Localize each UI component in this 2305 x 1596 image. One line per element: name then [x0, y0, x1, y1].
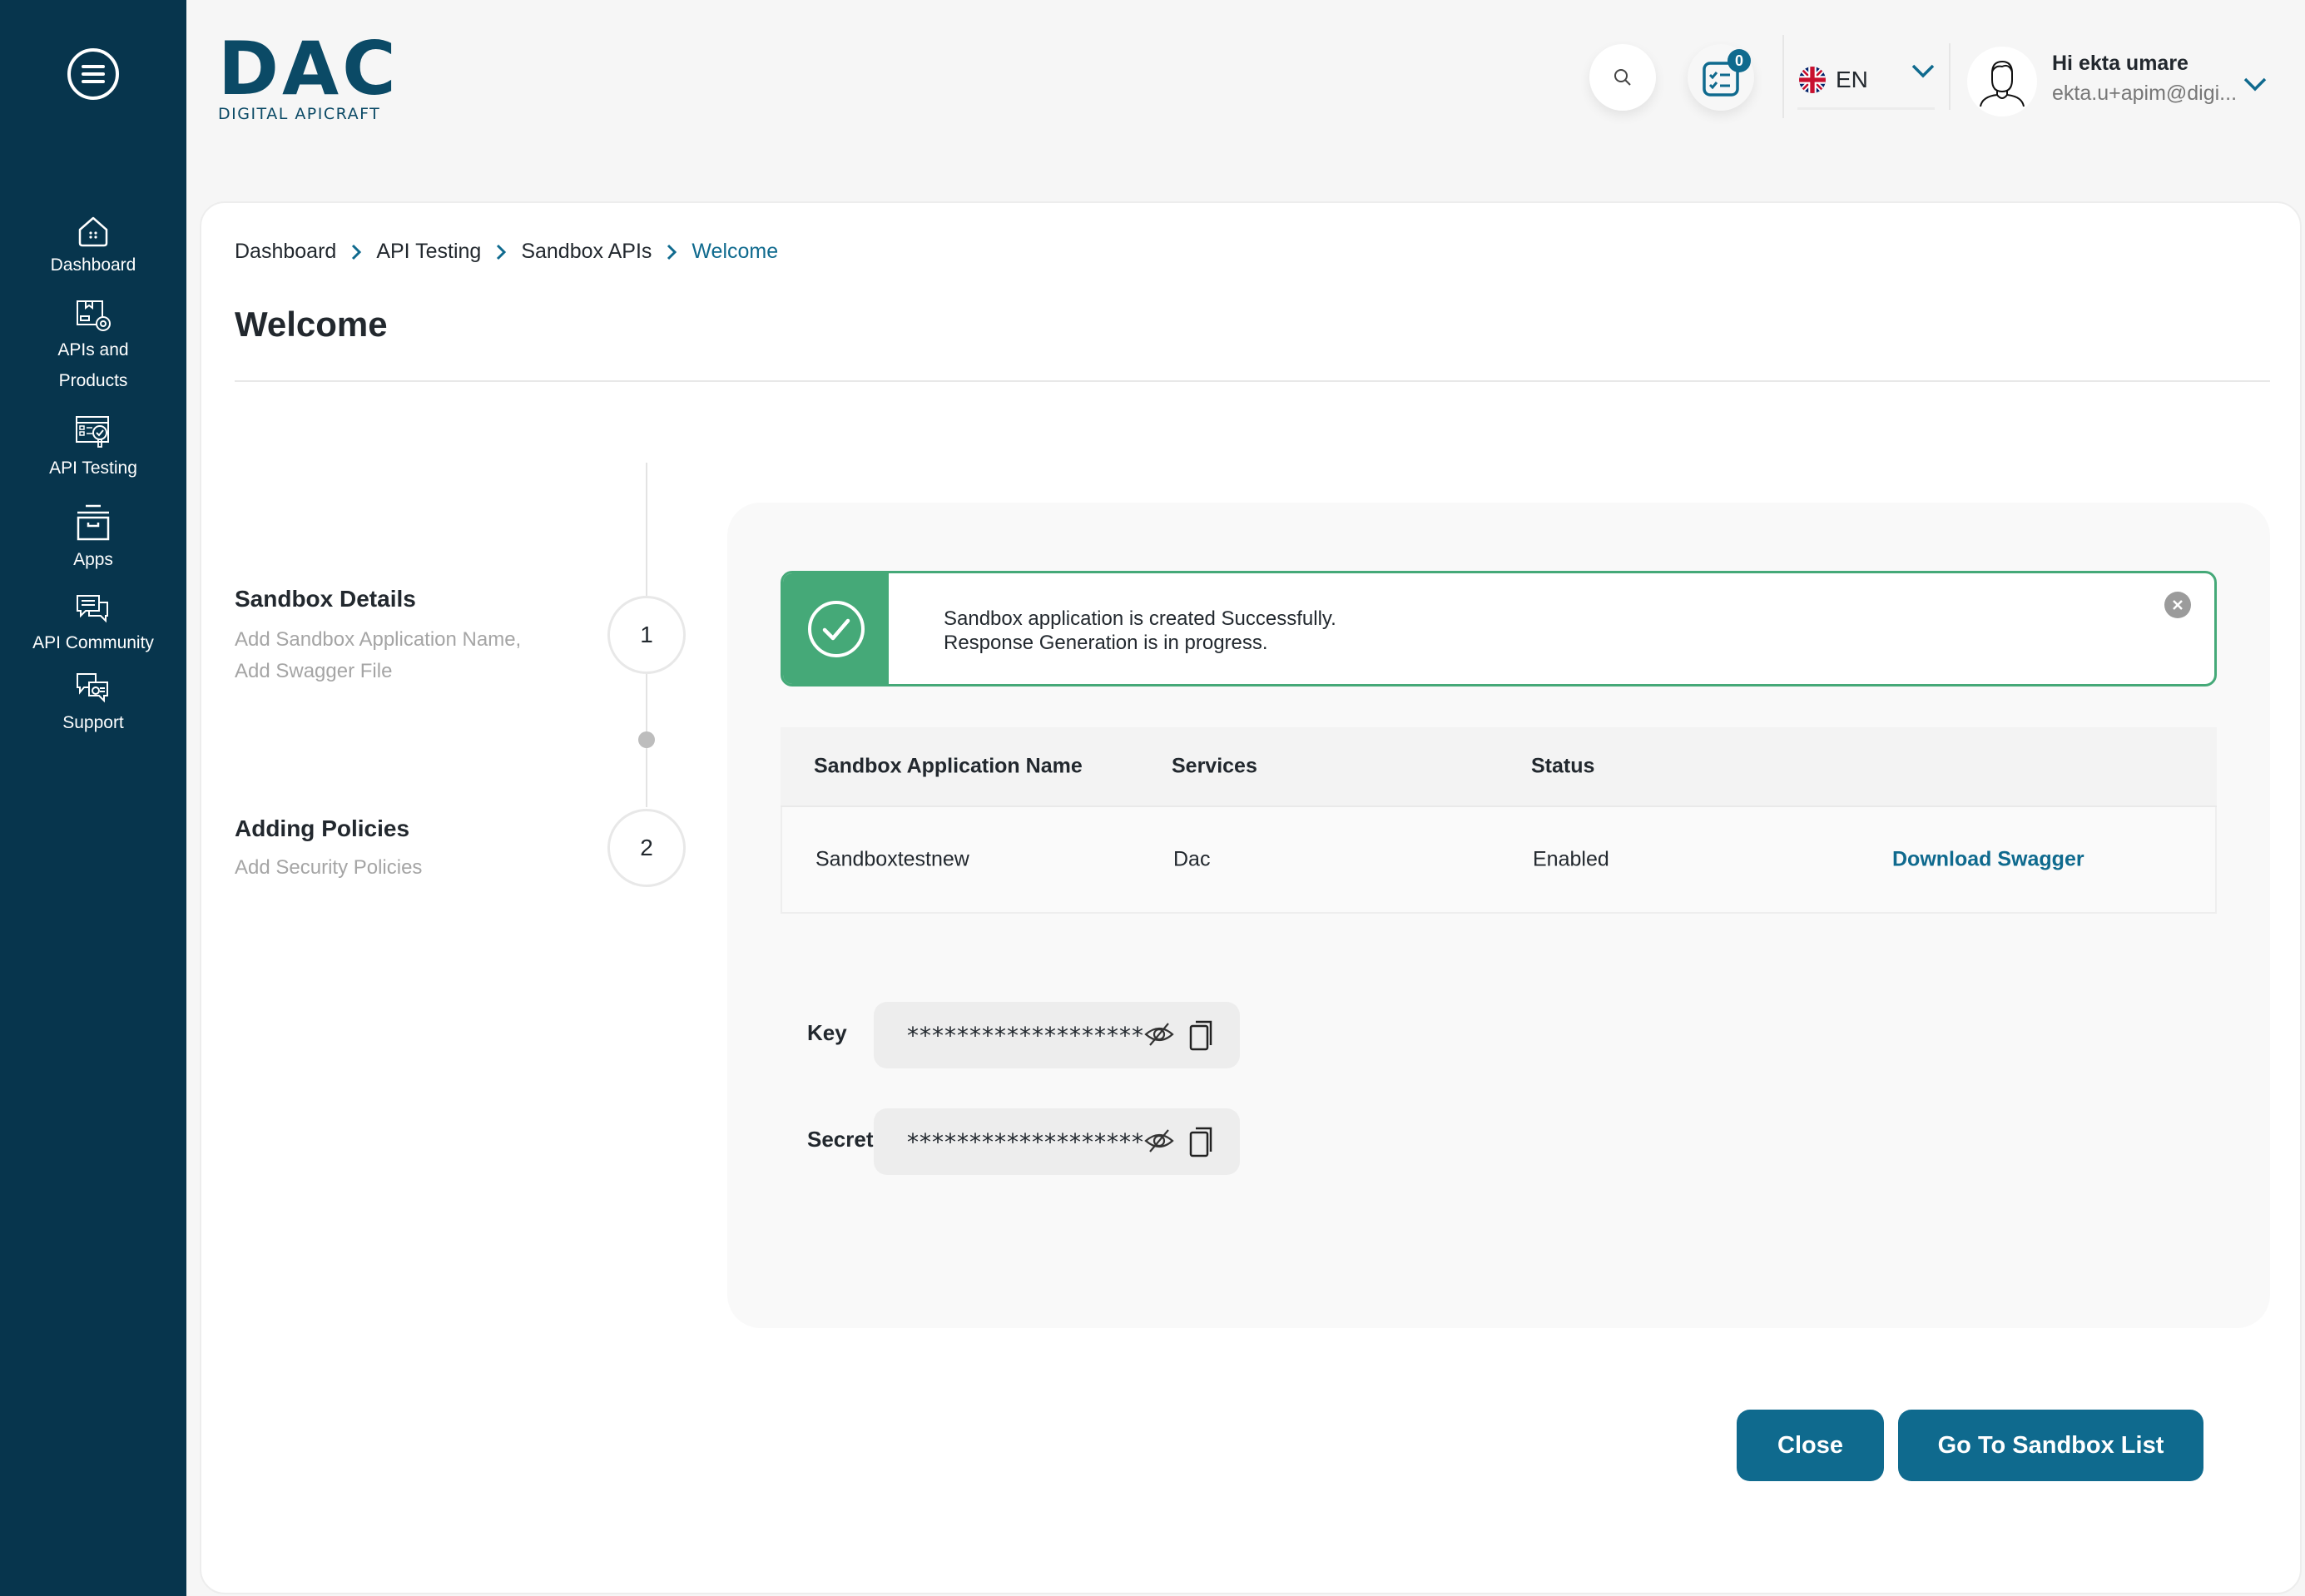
user-menu-chevron-icon[interactable] — [2243, 77, 2267, 92]
step-1-description: Add Sandbox Application Name, Add Swagge… — [235, 624, 521, 687]
cell-status: Enabled — [1533, 847, 1609, 871]
logo-subtitle: DIGITAL APICRAFT — [218, 105, 381, 123]
sidebar-item-apis-and-products[interactable]: APIs and Products — [0, 298, 186, 396]
search-icon — [1614, 69, 1631, 86]
header-divider — [1782, 35, 1784, 118]
stepper-line — [646, 463, 647, 596]
stepper-dot — [638, 731, 655, 748]
copy-icon[interactable] — [1188, 1019, 1215, 1052]
step-2-description: Add Security Policies — [235, 856, 423, 879]
uk-flag-icon — [1799, 66, 1826, 93]
chevron-right-icon — [496, 244, 507, 260]
api-products-icon — [77, 300, 111, 331]
download-swagger-link[interactable]: Download Swagger — [1892, 848, 2084, 872]
alert-message: Sandbox application is created Successfu… — [944, 607, 1336, 655]
support-chat-icon — [77, 673, 108, 703]
column-header-status: Status — [1531, 754, 1595, 778]
step-1-circle: 1 — [607, 596, 686, 674]
step-2-title: Adding Policies — [235, 815, 410, 841]
step-1-desc-line1: Add Sandbox Application Name, — [235, 628, 522, 651]
table-header: Sandbox Application Name Services Status — [781, 727, 2217, 807]
copy-icon[interactable] — [1188, 1125, 1215, 1158]
sidebar-item-api-testing[interactable]: API Testing — [0, 414, 186, 483]
avatar[interactable] — [1967, 47, 2037, 116]
tasks-count-badge: 0 — [1728, 49, 1751, 72]
sidebar-item-label: Dashboard — [50, 255, 136, 275]
alert-line-2: Response Generation is in progress. — [944, 632, 1268, 654]
logo-text: DAC — [218, 26, 399, 112]
breadcrumb-sandbox-apis[interactable]: Sandbox APIs — [521, 240, 652, 264]
column-header-name: Sandbox Application Name — [814, 754, 1083, 778]
breadcrumb-current: Welcome — [692, 240, 779, 263]
hamburger-menu-icon[interactable] — [67, 48, 119, 100]
step-1-title: Sandbox Details — [235, 586, 416, 612]
sidebar: Dashboard APIs and Products API Testing … — [0, 0, 186, 1596]
close-icon — [2173, 600, 2183, 610]
go-to-sandbox-list-button[interactable]: Go To Sandbox List — [1898, 1410, 2203, 1481]
chevron-right-icon — [351, 244, 362, 260]
column-header-services: Services — [1172, 754, 1257, 778]
chevron-down-icon — [1911, 64, 1935, 78]
table-row: Sandboxtestnew Dac Enabled Download Swag… — [781, 807, 2217, 914]
breadcrumb-api-testing[interactable]: API Testing — [376, 240, 481, 264]
step-2-circle: 2 — [607, 809, 686, 887]
step-1-desc-line2: Add Swagger File — [235, 660, 393, 682]
eye-off-icon[interactable] — [1143, 1020, 1175, 1048]
success-alert: Sandbox application is created Successfu… — [781, 571, 2217, 686]
breadcrumb: Dashboard API Testing Sandbox APIs Welco… — [235, 240, 778, 264]
api-testing-icon — [76, 416, 109, 448]
archive-box-icon — [77, 504, 110, 541]
sidebar-item-dashboard[interactable]: Dashboard — [0, 215, 186, 280]
secret-label: Secret — [807, 1127, 874, 1152]
check-circle-icon — [807, 600, 865, 657]
key-value: ******************* — [907, 1022, 1144, 1049]
header-divider — [1949, 43, 1951, 110]
home-icon — [78, 216, 108, 247]
sidebar-item-support[interactable]: Support — [0, 671, 186, 738]
dac-logo[interactable]: DAC DIGITAL APICRAFT — [218, 26, 399, 124]
cell-service: Dac — [1173, 847, 1211, 871]
sidebar-item-api-community[interactable]: API Community — [0, 592, 186, 658]
user-avatar-icon — [1980, 60, 2025, 107]
page-title: Welcome — [235, 305, 388, 344]
sidebar-item-apps[interactable]: Apps — [0, 503, 186, 575]
key-field: ******************* — [874, 1002, 1240, 1068]
alert-line-1: Sandbox application is created Successfu… — [944, 607, 1336, 630]
sidebar-item-label: API Testing — [49, 458, 137, 478]
sidebar-item-label: API Community — [32, 633, 154, 652]
chevron-right-icon — [667, 244, 677, 260]
alert-icon-strip — [783, 573, 889, 684]
alert-close-button[interactable] — [2164, 592, 2191, 618]
search-button[interactable] — [1589, 44, 1656, 111]
language-code: EN — [1836, 66, 1868, 92]
sidebar-item-label: Support — [62, 713, 124, 732]
sidebar-item-label: APIs and Products — [57, 340, 129, 390]
tasks-button[interactable]: 0 — [1688, 44, 1754, 111]
sandbox-table: Sandbox Application Name Services Status… — [781, 727, 2217, 914]
title-divider — [235, 380, 2270, 382]
breadcrumb-dashboard[interactable]: Dashboard — [235, 240, 336, 264]
eye-off-icon[interactable] — [1143, 1127, 1175, 1155]
close-button[interactable]: Close — [1737, 1410, 1884, 1481]
key-label: Key — [807, 1020, 847, 1045]
secret-field: ******************* — [874, 1108, 1240, 1175]
user-email: ekta.u+apim@digi... — [2052, 82, 2238, 105]
user-greeting: Hi ekta umare — [2052, 52, 2189, 75]
secret-value: ******************* — [907, 1128, 1144, 1156]
sidebar-item-label: Apps — [73, 550, 113, 569]
chat-bubbles-icon — [77, 595, 108, 623]
cell-app-name: Sandboxtestnew — [815, 847, 969, 871]
language-selector[interactable]: EN — [1797, 52, 1935, 110]
